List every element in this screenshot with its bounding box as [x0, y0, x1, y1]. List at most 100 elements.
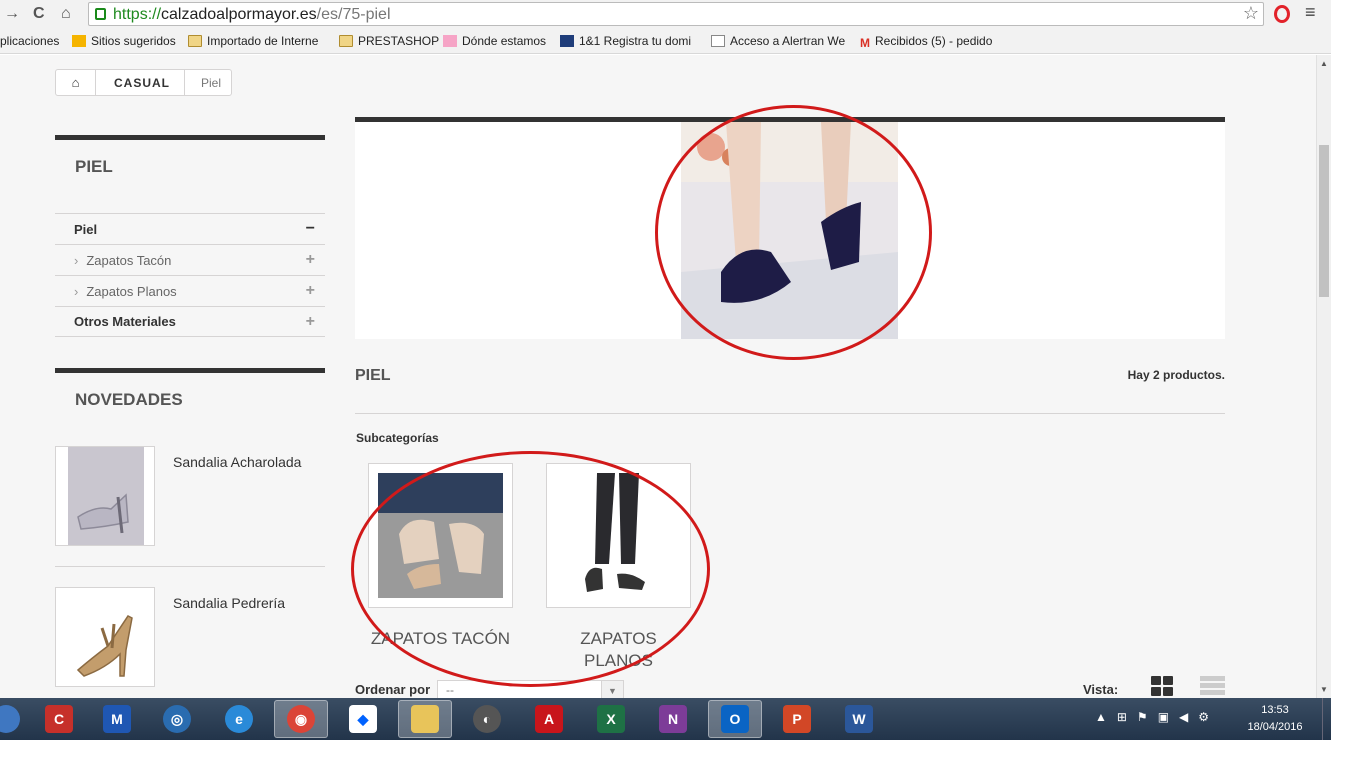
subcategories-title: Subcategorías: [356, 431, 439, 445]
bookmark-1and1[interactable]: 1&1 Registra tu domi: [560, 33, 691, 49]
expand-icon[interactable]: +: [306, 313, 315, 331]
bookmark-donde[interactable]: Dónde estamos: [443, 33, 546, 49]
scroll-down-icon[interactable]: ▼: [1320, 685, 1328, 694]
taskbar-excel[interactable]: X: [584, 700, 638, 738]
taskbar-onenote[interactable]: N: [646, 700, 700, 738]
taskbar: C M ◎ e ◉ ◆ ◐ A X N O P W ▲⊞⚑▣◀⚙ 13:53 1…: [0, 698, 1331, 740]
acrobat-icon: A: [535, 705, 563, 733]
subcategory-name[interactable]: Zapatos Tacón: [368, 628, 513, 650]
gmail-icon: M: [860, 36, 870, 50]
scroll-up-icon[interactable]: ▲: [1320, 59, 1328, 68]
bookmark-apps[interactable]: plicaciones: [0, 33, 59, 49]
taskbar-ie[interactable]: e: [212, 700, 266, 738]
product-thumbnail[interactable]: [55, 587, 155, 687]
expand-icon[interactable]: +: [306, 282, 315, 300]
taskbar-speedometer[interactable]: ◎: [150, 700, 204, 738]
address-bar[interactable]: https://calzadoalpormayor.es/es/75-piel …: [88, 2, 1264, 26]
category-banner: [355, 122, 1225, 339]
bookmark-imported[interactable]: Importado de Interne: [188, 33, 318, 49]
taskbar-ccleaner[interactable]: C: [32, 700, 86, 738]
taskbar-outlook[interactable]: O: [708, 700, 762, 738]
forward-icon[interactable]: →: [4, 4, 20, 24]
gauge-icon: ◎: [163, 705, 191, 733]
sort-select[interactable]: -- ▼: [437, 680, 624, 698]
app-icon: ◐: [473, 705, 501, 733]
category-item-planos[interactable]: › Zapatos Planos +: [55, 275, 325, 306]
sort-label: Ordenar por: [355, 682, 431, 697]
taskbar-dropbox[interactable]: ◆: [336, 700, 390, 738]
1and1-icon: [560, 35, 574, 47]
chevron-right-icon: ›: [74, 252, 79, 268]
list-view-icon[interactable]: [1200, 676, 1225, 696]
chrome-icon: ◉: [287, 705, 315, 733]
taskbar-chrome[interactable]: ◉: [274, 700, 328, 738]
menu-icon[interactable]: ≡: [1305, 2, 1316, 23]
taskbar-explorer[interactable]: [398, 700, 452, 738]
clock[interactable]: 13:53 18/04/2016: [1240, 702, 1310, 736]
bookmarks-bar: plicaciones Sitios sugeridos Importado d…: [0, 28, 1331, 54]
collapse-icon[interactable]: −: [306, 220, 315, 238]
bookmark-alertran[interactable]: Acceso a Alertran We: [711, 33, 845, 49]
breadcrumb-casual[interactable]: CASUAL: [96, 70, 185, 95]
subcategory-planos[interactable]: Zapatos Planos: [546, 463, 691, 672]
excel-icon: X: [597, 705, 625, 733]
subcategory-name[interactable]: Zapatos Planos: [546, 628, 691, 672]
home-icon[interactable]: ⌂: [61, 4, 71, 24]
ccleaner-icon: C: [45, 705, 73, 733]
taskbar-word[interactable]: W: [832, 700, 886, 738]
screen-margin: [1331, 0, 1366, 768]
start-button[interactable]: [0, 700, 26, 738]
folder-icon: [339, 35, 353, 47]
taskbar-acrobat[interactable]: A: [522, 700, 576, 738]
chevron-down-icon[interactable]: ▼: [601, 681, 623, 698]
new-product-name[interactable]: Sandalia Acharolada: [173, 454, 301, 470]
opera-icon[interactable]: [1274, 5, 1290, 23]
category-item-tacon[interactable]: › Zapatos Tacón +: [55, 244, 325, 275]
taskbar-malwarebytes[interactable]: M: [90, 700, 144, 738]
home-icon[interactable]: ⌂: [56, 70, 96, 95]
bookmark-prestashop[interactable]: PRESTASHOP: [339, 33, 439, 49]
taskbar-powerpoint[interactable]: P: [770, 700, 824, 738]
outlook-icon: O: [721, 705, 749, 733]
category-item-piel[interactable]: Piel −: [55, 213, 325, 244]
breadcrumb: ⌂ CASUAL Piel: [55, 69, 233, 96]
browser-toolbar: → C ⌂ https://calzadoalpormayor.es/es/75…: [0, 0, 1331, 28]
dropbox-icon: ◆: [349, 705, 377, 733]
page-viewport: ⌂ CASUAL Piel PIEL Piel − › Zapatos Tacón…: [0, 55, 1316, 698]
product-thumbnail[interactable]: [55, 446, 155, 546]
expand-icon[interactable]: +: [306, 251, 315, 269]
folder-icon: [411, 705, 439, 733]
view-label: Vista:: [1083, 682, 1119, 697]
bookmark-gmail[interactable]: M Recibidos (5) - pedido: [860, 33, 992, 50]
breadcrumb-current: Piel: [201, 75, 222, 90]
chevron-right-icon: ›: [74, 283, 79, 299]
scroll-thumb[interactable]: [1319, 145, 1329, 297]
subcategory-image[interactable]: [368, 463, 513, 608]
sandal-image: [56, 588, 154, 686]
malwarebytes-icon: M: [103, 705, 131, 733]
category-item-otros[interactable]: Otros Materiales +: [55, 306, 325, 337]
new-product-name[interactable]: Sandalia Pedrería: [173, 595, 285, 611]
vertical-scrollbar[interactable]: ▲ ▼: [1316, 55, 1331, 698]
subcategory-tacon[interactable]: Zapatos Tacón: [368, 463, 513, 650]
category-heading: PIEL: [355, 367, 391, 384]
internet-explorer-icon: e: [225, 705, 253, 733]
bookmark-suggested[interactable]: Sitios sugeridos: [72, 33, 176, 49]
category-tree: Piel − › Zapatos Tacón + › Zapatos Planos …: [55, 213, 325, 337]
bookmark-star-icon[interactable]: ☆: [1243, 3, 1259, 24]
folder-icon: [188, 35, 202, 47]
divider: [355, 413, 1225, 414]
taskbar-app[interactable]: ◐: [460, 700, 514, 738]
banner-image: [681, 122, 898, 339]
word-icon: W: [845, 705, 873, 733]
system-tray-icons[interactable]: ▲⊞⚑▣◀⚙: [1095, 710, 1219, 724]
reload-icon[interactable]: C: [33, 4, 45, 24]
powerpoint-icon: P: [783, 705, 811, 733]
subcategory-image[interactable]: [546, 463, 691, 608]
show-desktop-button[interactable]: [1322, 698, 1331, 740]
url-text: https://calzadoalpormayor.es/es/75-piel: [113, 6, 391, 23]
grid-view-icon[interactable]: [1151, 676, 1173, 696]
windows-icon: [0, 705, 20, 733]
onenote-icon: N: [659, 705, 687, 733]
site-icon: [443, 35, 457, 47]
